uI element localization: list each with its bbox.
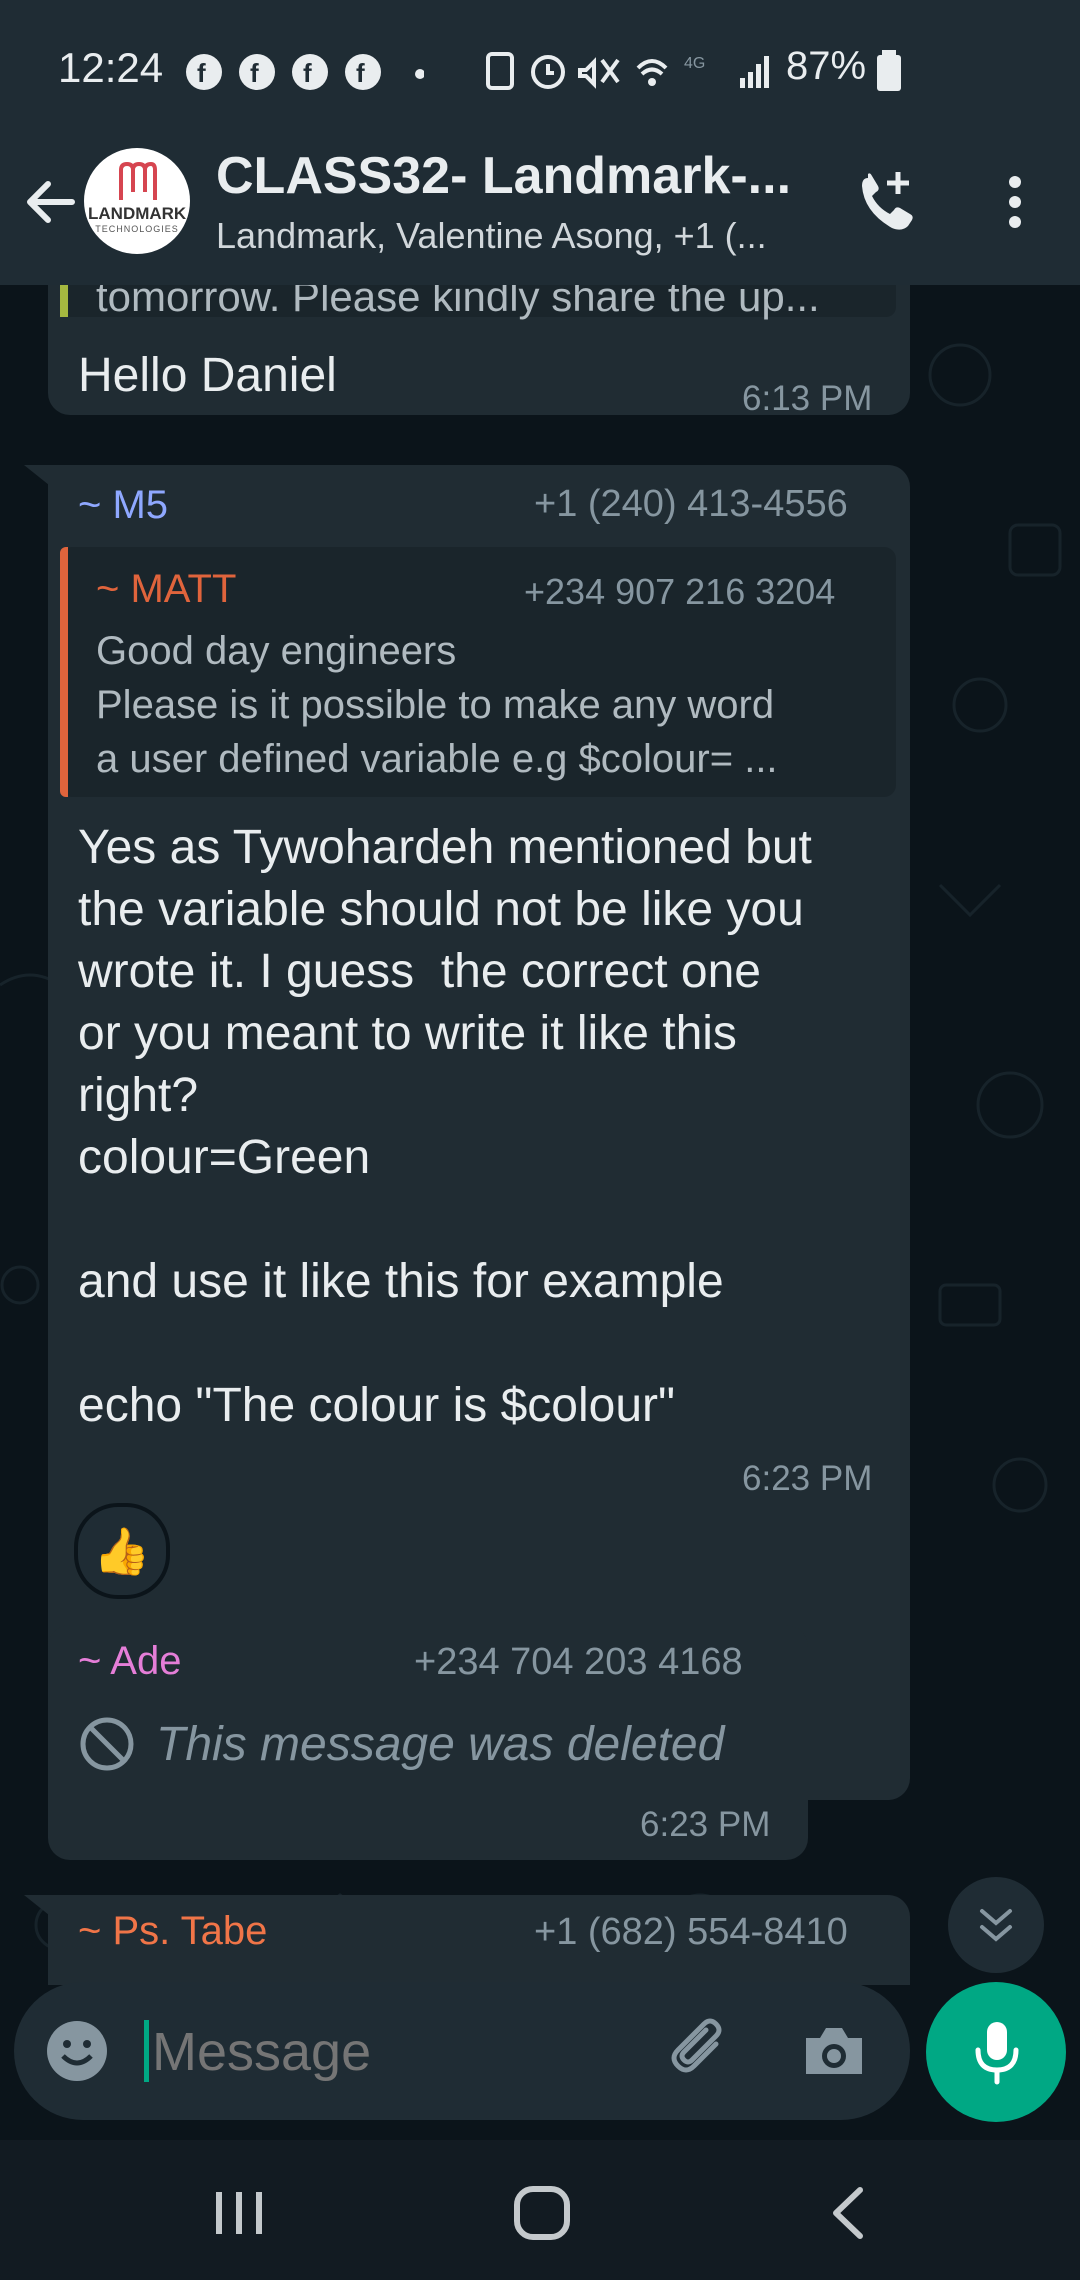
message-time: 6:13 PM (742, 379, 873, 418)
chat-participants[interactable]: Landmark, Valentine Asong, +1 (... (216, 215, 767, 257)
sender-name[interactable]: ~ M5 (78, 483, 168, 528)
scroll-down-button[interactable] (948, 1877, 1044, 1973)
add-call-icon[interactable] (854, 168, 924, 238)
status-bar: 12:24 f f f f 4G 87% (0, 0, 1080, 140)
emoji-icon[interactable] (44, 2018, 110, 2084)
camera-icon[interactable] (800, 2018, 866, 2084)
quoted-sender: ~ MATT (96, 567, 237, 611)
text-cursor (144, 2020, 149, 2082)
avatar-brand-name: LANDMARK (88, 204, 187, 223)
mic-button[interactable] (926, 1982, 1066, 2122)
home-icon[interactable] (512, 2184, 572, 2242)
nav-back-icon[interactable] (822, 2184, 872, 2242)
quoted-line: Please is it possible to make any word (96, 683, 775, 727)
mic-icon (975, 2022, 1019, 2085)
recent-apps-icon[interactable] (212, 2188, 268, 2238)
attach-icon[interactable] (670, 2018, 736, 2084)
sender-name[interactable]: ~ Ade (78, 1639, 181, 1684)
chat-area[interactable]: tomorrow. Please kindly share the up... … (0, 285, 1080, 1985)
message-input[interactable] (150, 2012, 654, 2092)
bubble-tail (24, 1895, 54, 1919)
back-arrow-icon[interactable] (20, 172, 80, 232)
svg-text:f: f (303, 58, 312, 88)
message-input-bar (14, 1982, 910, 2120)
battery-percent: 87% (786, 44, 867, 88)
message-text: Yes as Tywohardeh mentioned but the vari… (78, 821, 812, 1432)
sender-phone: +234 704 203 4168 (414, 1641, 743, 1683)
network-type: 4G (684, 55, 705, 72)
status-time: 12:24 (58, 44, 164, 91)
avatar-brand-tagline: TECHNOLOGIES (95, 224, 179, 234)
landmark-logo (119, 162, 157, 200)
quote-accent-bar (60, 547, 68, 797)
deleted-message-text: This message was deleted (156, 1718, 725, 1771)
svg-text:f: f (197, 58, 206, 88)
quoted-line: Good day engineers (96, 629, 457, 673)
bubble-tail (24, 465, 54, 489)
message-time: 6:23 PM (742, 1459, 873, 1498)
system-navigation-bar (0, 2140, 1080, 2280)
facebook-notification-icons: ffff (186, 54, 424, 90)
svg-text:f: f (250, 58, 259, 88)
svg-text:f: f (356, 58, 365, 88)
message-time: 6:23 PM (640, 1805, 771, 1844)
quote-accent-bar (60, 285, 68, 317)
more-options-icon[interactable] (1000, 172, 1030, 232)
sender-phone: +1 (682) 554-8410 (534, 1911, 848, 1953)
chat-title[interactable]: CLASS32- Landmark-... (216, 146, 791, 206)
thumbs-up-reaction: 👍 (93, 1525, 151, 1577)
reaction-badge[interactable]: 👍 (74, 1503, 170, 1599)
quoted-phone: +234 907 216 3204 (524, 571, 836, 612)
scroll-down-icon (980, 1909, 1012, 1942)
sender-phone: +1 (240) 413-4556 (534, 483, 848, 525)
group-avatar[interactable]: LANDMARK TECHNOLOGIES (84, 148, 190, 254)
message-text: Hello Daniel (78, 349, 337, 402)
quoted-text: tomorrow. Please kindly share the up... (96, 285, 820, 320)
blocked-icon (80, 1717, 134, 1771)
battery-icon (877, 50, 901, 91)
quoted-line: a user defined variable e.g $colour= ... (96, 737, 778, 781)
sender-name[interactable]: ~ Ps. Tabe (78, 1909, 267, 1954)
system-status-icons: 4G (486, 52, 769, 90)
